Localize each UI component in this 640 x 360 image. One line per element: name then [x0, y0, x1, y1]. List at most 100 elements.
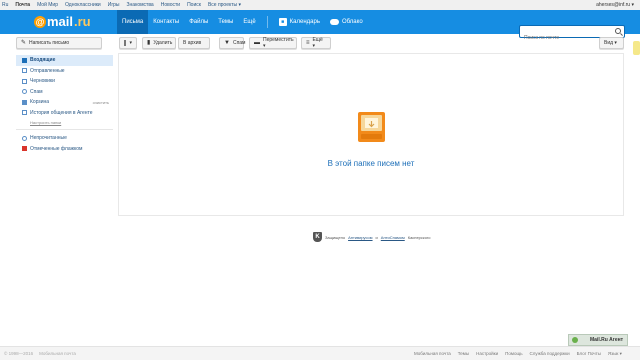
search-icon[interactable]: [615, 28, 621, 34]
calendar-icon: ■: [278, 18, 287, 26]
footer-left-link[interactable]: Мобильная почта: [39, 351, 76, 356]
flag-icon: [22, 146, 27, 152]
portal-link-search[interactable]: Поиск: [187, 2, 201, 8]
trash-icon: ▮: [147, 40, 151, 46]
mail-header: @ mail .ru Письма Контакты Файлы Темы Ещ…: [0, 10, 640, 44]
portal-link-myworld[interactable]: Мой Мир: [37, 2, 58, 8]
empty-trash-link[interactable]: очистить: [93, 100, 109, 105]
select-all-dropdown[interactable]: ▾: [119, 37, 137, 49]
kaspersky-prefix: Защищено: [325, 234, 346, 240]
footer-link-help[interactable]: Помощь: [505, 351, 522, 357]
nav-calendar[interactable]: ■ Календарь: [274, 10, 325, 34]
chevron-down-icon: ▾: [129, 40, 132, 46]
logo-at-icon: @: [34, 15, 46, 28]
folder-trash[interactable]: Корзина очистить: [16, 97, 113, 108]
portal-link-ok[interactable]: Одноклассники: [65, 2, 101, 8]
footer-copyright: © 1998—2016: [4, 351, 34, 356]
empty-folder-icon: [358, 112, 385, 142]
antispam-link[interactable]: АнтиСпамом: [381, 235, 405, 240]
logo-text: mail: [47, 14, 74, 29]
filter-label: Непрочитанные: [30, 135, 67, 142]
folder-label: Корзина: [30, 99, 50, 106]
archive-label: В архив: [183, 40, 202, 46]
empty-folder-message: В этой папке писем нет: [327, 159, 415, 168]
footer-link-settings[interactable]: Настройки: [476, 351, 498, 357]
portal-link-news[interactable]: Новости: [161, 2, 180, 8]
pencil-icon: ✎: [21, 40, 27, 46]
view-label: Вид ▾: [604, 40, 617, 46]
logo-suffix: .ru: [74, 14, 91, 29]
spam-label: Спам: [232, 40, 246, 46]
filter-label: Отмеченные флажком: [30, 145, 83, 152]
footer-link-language[interactable]: Язык ▾: [608, 351, 622, 357]
agent-label: Mail.Ru Агент: [590, 337, 624, 343]
folder-spam[interactable]: Спам: [16, 87, 113, 98]
nav-files[interactable]: Файлы: [184, 10, 213, 34]
folder-agent-history[interactable]: История общения в Агенте: [16, 108, 113, 119]
spam-folder-icon: [22, 89, 27, 95]
nav-letters[interactable]: Письма: [117, 10, 149, 34]
folder-drafts[interactable]: Черновики: [16, 76, 113, 87]
configure-folders-link[interactable]: Настроить папки: [16, 118, 113, 127]
move-label: Переместить ▾: [263, 37, 294, 49]
kaspersky-and: и: [375, 234, 378, 240]
portal-link-mail[interactable]: Почта: [15, 2, 30, 8]
folder-sidebar: Входящие Отправленные Черновики Спам Кор…: [16, 55, 113, 154]
delete-button[interactable]: ▮ Удалить: [142, 37, 176, 49]
mailru-agent-widget[interactable]: Mail.Ru Агент: [568, 334, 628, 346]
more-label: Ещё ▾: [312, 37, 323, 49]
nav-calendar-label: Календарь: [289, 19, 320, 25]
filter-flagged[interactable]: Отмеченные флажком: [16, 144, 113, 155]
archive-button[interactable]: В архив: [178, 37, 210, 49]
nav-cloud-label: Облако: [341, 19, 363, 25]
kaspersky-suffix: Касперского: [407, 234, 431, 240]
trash-folder-icon: [22, 99, 27, 105]
checkbox-icon: [124, 40, 127, 46]
footer-link-support[interactable]: Служба поддержки: [530, 351, 570, 357]
nav-cloud[interactable]: Облако: [325, 10, 368, 34]
inbox-icon: [22, 57, 27, 63]
mailru-logo[interactable]: @ mail .ru: [34, 14, 91, 29]
list-icon: ≡: [306, 40, 310, 46]
antivirus-link[interactable]: Антивирусом: [348, 235, 372, 240]
agent-status-icon: [572, 337, 578, 343]
delete-label: Удалить: [153, 40, 173, 46]
folder-label: Входящие: [30, 57, 56, 64]
folder-label: Отправленные: [30, 67, 65, 74]
footer-link-mobile[interactable]: Мобильная почта: [414, 351, 451, 357]
portal-bar: Ru Почта Мой Мир Одноклассники Игры Знак…: [0, 0, 640, 10]
page-footer: © 1998—2016 Мобильная почта Мобильная по…: [0, 346, 640, 360]
user-account-menu[interactable]: aherses@inf.ru ▾: [596, 2, 634, 8]
folder-sent[interactable]: Отправленные: [16, 66, 113, 77]
portal-link-dating[interactable]: Знакомства: [127, 2, 154, 8]
view-button[interactable]: Вид ▾: [599, 37, 624, 49]
kaspersky-shield-icon: K: [313, 232, 322, 242]
nav-more[interactable]: Ещё: [238, 10, 260, 34]
spam-button[interactable]: ▼ Спам: [219, 37, 246, 49]
compose-button[interactable]: ✎ Написать письмо: [16, 37, 102, 49]
footer-link-blog[interactable]: Блог Почты: [577, 351, 601, 357]
nav-themes[interactable]: Темы: [213, 10, 238, 34]
folder-inbox[interactable]: Входящие: [16, 55, 113, 66]
compose-label: Написать письмо: [29, 40, 70, 46]
draft-icon: [22, 78, 27, 84]
portal-link-ru[interactable]: Ru: [2, 2, 8, 8]
folder-label: Черновики: [30, 78, 55, 85]
folder-label: Спам: [30, 88, 43, 95]
folder-label: История общения в Агенте: [30, 109, 93, 116]
footer-link-themes[interactable]: Темы: [458, 351, 469, 357]
more-button[interactable]: ≡ Ещё ▾: [301, 37, 331, 49]
filter-unread[interactable]: Непрочитанные: [16, 133, 113, 144]
nav-divider: [266, 16, 268, 28]
mouse-highlight-marker: [633, 41, 640, 55]
portal-link-games[interactable]: Игры: [108, 2, 120, 8]
move-button[interactable]: ▬ Переместить ▾: [249, 37, 297, 49]
folder-icon: ▬: [254, 40, 260, 46]
portal-link-all-projects[interactable]: Все проекты ▾: [208, 2, 241, 8]
sidebar-divider: [16, 129, 113, 130]
nav-contacts[interactable]: Контакты: [148, 10, 184, 34]
header-nav: Письма Контакты Файлы Темы Ещё ■ Календа…: [117, 10, 368, 34]
unread-icon: [22, 135, 27, 141]
sent-icon: [22, 68, 27, 74]
kaspersky-protection-note: K Защищено Антивирусом и АнтиСпамом Касп…: [313, 232, 431, 242]
